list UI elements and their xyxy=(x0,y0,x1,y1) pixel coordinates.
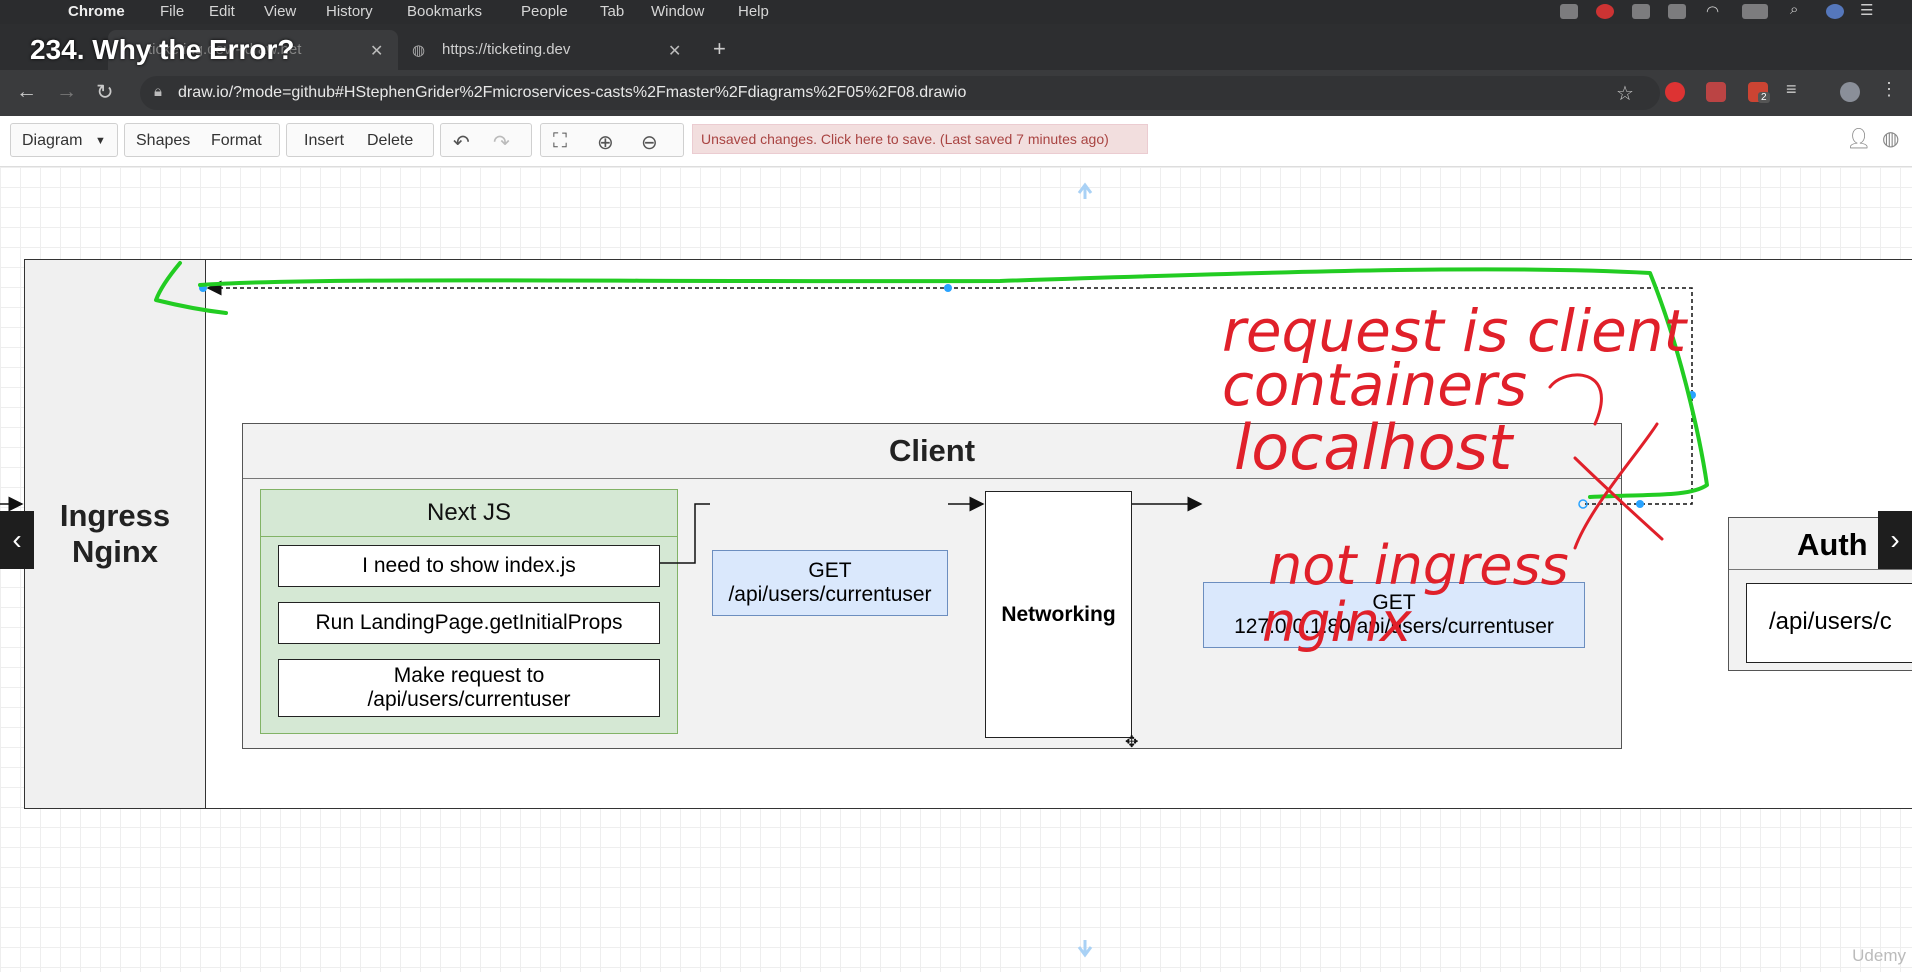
bookmark-star-icon[interactable]: ☆ xyxy=(1616,81,1634,106)
diagram-canvas[interactable]: Ingress Nginx Client Next JS I need to s… xyxy=(0,167,1912,972)
drawio-toolbar: Diagram ▼ Shapes Format Insert Delete ↶ … xyxy=(0,116,1912,167)
menu-app-name[interactable]: Chrome xyxy=(68,3,125,20)
view-group: ⛶ ⊕ ⊖ xyxy=(540,123,684,157)
selection-handle[interactable] xyxy=(944,284,952,292)
shapes-button[interactable]: Shapes xyxy=(136,132,190,150)
zoom-in-icon[interactable]: ⊕ xyxy=(597,130,614,155)
notification-center-icon[interactable]: ☰ xyxy=(1860,1,1878,19)
menu-view[interactable]: View xyxy=(264,3,296,20)
zoom-out-icon[interactable]: ⊖ xyxy=(641,130,658,155)
glasses-icon[interactable] xyxy=(1632,4,1650,19)
diagram-menu-label: Diagram xyxy=(22,132,83,149)
lock-icon: 🔒︎ xyxy=(154,83,162,100)
user-icon[interactable]: 👤︎ xyxy=(1846,126,1871,151)
spotlight-search-icon[interactable]: ⌕ xyxy=(1790,1,1808,18)
edit-group: Insert Delete xyxy=(286,123,434,157)
red-cross-annotation xyxy=(1548,373,1664,550)
battery-icon[interactable] xyxy=(1742,4,1768,19)
address-bar[interactable]: 🔒︎ draw.io/?mode=github#HStephenGrider%2… xyxy=(140,76,1660,110)
language-globe-icon[interactable]: ◍ xyxy=(1882,126,1899,151)
annotation-line3: localhost xyxy=(1234,411,1515,484)
menu-people[interactable]: People xyxy=(521,3,568,20)
chevron-down-icon: ▼ xyxy=(95,135,106,147)
docker-icon[interactable] xyxy=(1560,4,1578,19)
url-text[interactable]: draw.io/?mode=github#HStephenGrider%2Fmi… xyxy=(178,84,966,102)
menu-tab[interactable]: Tab xyxy=(600,3,624,20)
insert-button[interactable]: Insert xyxy=(304,132,344,150)
annotation-line2: containers xyxy=(1222,351,1527,419)
cloud-icon[interactable] xyxy=(1668,4,1686,19)
menu-bookmarks[interactable]: Bookmarks xyxy=(407,3,482,20)
tab-ticketing[interactable]: ◍ https://ticketing.dev ✕ xyxy=(402,30,692,70)
redo-icon[interactable]: ↷ xyxy=(493,130,510,155)
annotation-line5: nginx xyxy=(1262,591,1413,654)
extension-badge: 2 xyxy=(1758,92,1770,103)
menu-history[interactable]: History xyxy=(326,3,373,20)
menu-file[interactable]: File xyxy=(160,3,184,20)
delete-button[interactable]: Delete xyxy=(367,132,413,150)
expand-down-arrow-icon[interactable] xyxy=(1077,940,1093,958)
new-tab-icon[interactable]: + xyxy=(713,36,726,62)
expand-up-arrow-icon[interactable] xyxy=(1077,182,1093,199)
move-cursor-icon: ✥ xyxy=(1125,734,1138,751)
back-icon[interactable]: ← xyxy=(16,80,37,104)
siri-icon[interactable] xyxy=(1826,4,1844,19)
record-icon[interactable] xyxy=(1596,4,1614,19)
adblock-extension-icon[interactable] xyxy=(1665,82,1685,102)
menu-window[interactable]: Window xyxy=(651,3,704,20)
diagram-menu-button[interactable]: Diagram ▼ xyxy=(10,123,118,157)
close-tab-icon[interactable]: ✕ xyxy=(668,41,681,61)
connectors-layer: ✥ request is client containers localhost… xyxy=(0,182,1709,958)
profile-avatar[interactable] xyxy=(1840,82,1860,102)
unsaved-changes-text: Unsaved changes. Click here to save. (La… xyxy=(701,131,1109,147)
wifi-icon[interactable]: ◠ xyxy=(1706,2,1724,20)
fit-window-icon[interactable]: ⛶ xyxy=(553,130,567,153)
panel-toggle-group: Shapes Format xyxy=(124,123,280,157)
format-button[interactable]: Format xyxy=(211,132,262,150)
browser-toolbar: ← → ↻ 🔒︎ draw.io/?mode=github#HStephenGr… xyxy=(0,70,1912,116)
menu-help[interactable]: Help xyxy=(738,3,769,20)
close-tab-icon[interactable]: ✕ xyxy=(370,41,383,61)
more-menu-icon[interactable]: ⋮ xyxy=(1880,79,1900,99)
undo-redo-group: ↶ ↷ xyxy=(440,123,532,157)
request-connector[interactable] xyxy=(660,503,710,564)
selection-handle[interactable] xyxy=(1636,500,1644,508)
extension-icon[interactable] xyxy=(1706,82,1726,102)
video-title: 234. Why the Error? xyxy=(30,34,295,65)
forward-icon[interactable]: → xyxy=(56,80,77,104)
unsaved-changes-banner[interactable]: Unsaved changes. Click here to save. (La… xyxy=(692,124,1148,154)
reload-icon[interactable]: ↻ xyxy=(96,80,114,105)
previous-lecture-arrow-icon[interactable]: ‹ xyxy=(0,511,34,569)
reader-icon[interactable]: ≡ xyxy=(1786,79,1806,99)
next-lecture-arrow-icon[interactable]: › xyxy=(1878,511,1912,569)
annotation-line4: not ingress xyxy=(1268,534,1569,597)
udemy-watermark: Udemy xyxy=(1852,946,1906,965)
globe-icon: ◍ xyxy=(412,42,426,59)
menu-edit[interactable]: Edit xyxy=(209,3,235,20)
macos-menubar: Chrome File Edit View History Bookmarks … xyxy=(0,0,1912,24)
ublock-extension-icon[interactable]: 2 xyxy=(1748,82,1770,103)
undo-icon[interactable]: ↶ xyxy=(453,130,470,155)
tab-label: https://ticketing.dev xyxy=(442,41,571,58)
